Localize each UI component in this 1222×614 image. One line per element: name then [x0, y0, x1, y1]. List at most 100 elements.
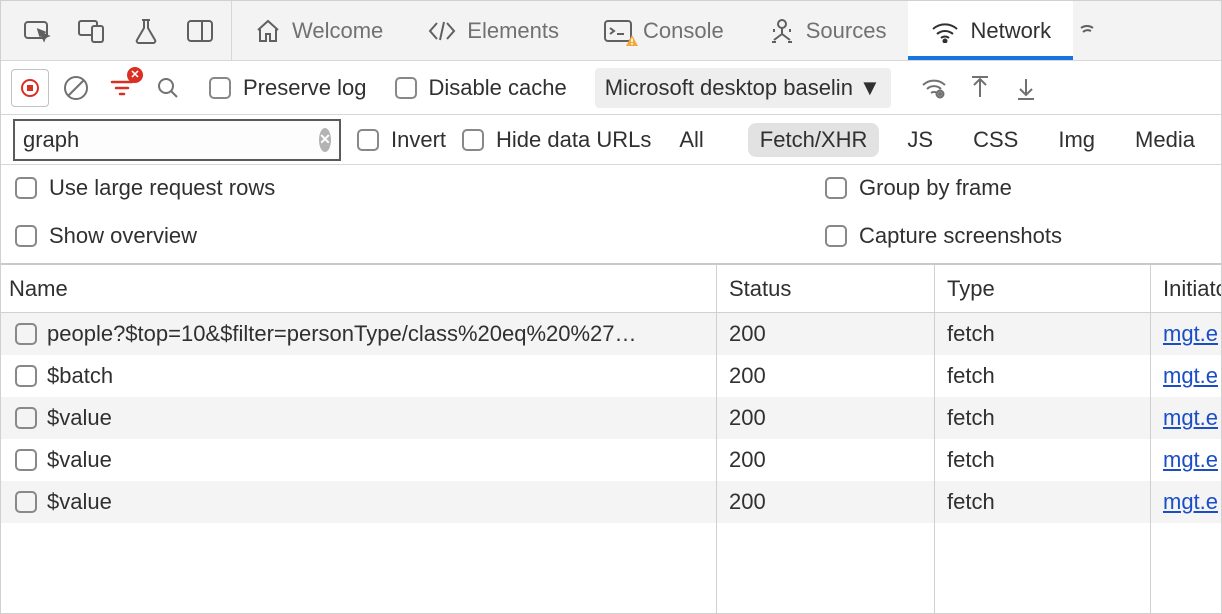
large-rows-label: Use large request rows: [49, 175, 275, 201]
panel-tabs: Welcome Elements Console Sources Network: [232, 1, 1221, 60]
dock-side-icon[interactable]: [181, 12, 219, 50]
throttling-value: Microsoft desktop baselin: [605, 75, 853, 101]
show-overview-checkbox[interactable]: Show overview: [15, 223, 825, 249]
tab-sources-label: Sources: [806, 18, 887, 44]
search-button[interactable]: [149, 69, 187, 107]
request-name: $batch: [47, 363, 113, 389]
checkbox-icon: [15, 177, 37, 199]
request-type: fetch: [947, 321, 995, 347]
request-status: 200: [729, 447, 766, 473]
request-initiator-link[interactable]: mgt.e: [1163, 447, 1218, 473]
devtools-topbar: Welcome Elements Console Sources Network: [1, 1, 1221, 61]
hide-data-urls-label: Hide data URLs: [496, 127, 651, 153]
tab-console[interactable]: Console: [581, 1, 746, 60]
capture-screenshots-checkbox[interactable]: Capture screenshots: [825, 223, 1207, 249]
tab-welcome[interactable]: Welcome: [232, 1, 405, 60]
large-rows-checkbox[interactable]: Use large request rows: [15, 175, 825, 201]
group-by-frame-checkbox[interactable]: Group by frame: [825, 175, 1207, 201]
tab-sources[interactable]: Sources: [746, 1, 909, 60]
request-table-body: people?$top=10&$filter=personType/class%…: [1, 313, 1221, 523]
type-filter-css[interactable]: CSS: [961, 123, 1030, 157]
checkbox-icon: [209, 77, 231, 99]
table-row[interactable]: $batch 200 fetch mgt.e: [1, 355, 1221, 397]
hide-data-urls-checkbox[interactable]: Hide data URLs: [462, 127, 651, 153]
request-type: fetch: [947, 489, 995, 515]
request-table-header: Name Status Type Initiato: [1, 265, 1221, 313]
throttling-select[interactable]: Microsoft desktop baselin ▼: [595, 68, 891, 108]
disable-cache-label: Disable cache: [429, 75, 567, 101]
request-name: $value: [47, 489, 112, 515]
more-tabs-icon[interactable]: [1073, 1, 1099, 60]
checkbox-icon: [357, 129, 379, 151]
checkbox-icon: [395, 77, 417, 99]
preserve-log-label: Preserve log: [243, 75, 367, 101]
type-filter-img[interactable]: Img: [1046, 123, 1107, 157]
device-toolbar-icon[interactable]: [73, 12, 111, 50]
file-icon: [15, 365, 37, 387]
network-options: Use large request rows Group by frame Sh…: [1, 165, 1221, 265]
file-icon: [15, 449, 37, 471]
request-type: fetch: [947, 447, 995, 473]
table-row[interactable]: people?$top=10&$filter=personType/class%…: [1, 313, 1221, 355]
inspect-element-icon[interactable]: [19, 12, 57, 50]
filter-input[interactable]: ✕: [13, 119, 341, 161]
request-name: $value: [47, 447, 112, 473]
show-overview-label: Show overview: [49, 223, 197, 249]
table-row[interactable]: $value 200 fetch mgt.e: [1, 397, 1221, 439]
request-initiator-link[interactable]: mgt.e: [1163, 363, 1218, 389]
request-initiator-link[interactable]: mgt.e: [1163, 489, 1218, 515]
column-header-status[interactable]: Status: [717, 265, 935, 312]
request-initiator-link[interactable]: mgt.e: [1163, 321, 1218, 347]
clear-filter-button[interactable]: ✕: [319, 128, 331, 152]
tab-console-label: Console: [643, 18, 724, 44]
request-initiator-link[interactable]: mgt.e: [1163, 405, 1218, 431]
checkbox-icon: [825, 225, 847, 247]
type-filter-fetchxhr[interactable]: Fetch/XHR: [748, 123, 880, 157]
topbar-leading-icons: [1, 1, 232, 60]
type-filter-media[interactable]: Media: [1123, 123, 1207, 157]
tab-network-label: Network: [970, 18, 1051, 44]
experiments-icon[interactable]: [127, 12, 165, 50]
export-har-button[interactable]: [961, 69, 999, 107]
tab-elements[interactable]: Elements: [405, 1, 581, 60]
table-row[interactable]: $value 200 fetch mgt.e: [1, 481, 1221, 523]
network-filterbar: ✕ Invert Hide data URLs All Fetch/XHR JS…: [1, 115, 1221, 165]
filter-active-badge-icon: ✕: [127, 67, 143, 83]
filter-input-field[interactable]: [23, 127, 311, 153]
request-status: 200: [729, 489, 766, 515]
group-by-frame-label: Group by frame: [859, 175, 1012, 201]
checkbox-icon: [15, 225, 37, 247]
request-type: fetch: [947, 405, 995, 431]
file-icon: [15, 407, 37, 429]
request-status: 200: [729, 321, 766, 347]
import-har-button[interactable]: [1007, 69, 1045, 107]
disable-cache-checkbox[interactable]: Disable cache: [395, 75, 567, 101]
checkbox-icon: [825, 177, 847, 199]
network-conditions-button[interactable]: [915, 69, 953, 107]
invert-checkbox[interactable]: Invert: [357, 127, 446, 153]
request-type: fetch: [947, 363, 995, 389]
tab-elements-label: Elements: [467, 18, 559, 44]
tab-network[interactable]: Network: [908, 1, 1073, 60]
file-icon: [15, 323, 37, 345]
column-header-name[interactable]: Name: [1, 265, 717, 312]
invert-label: Invert: [391, 127, 446, 153]
capture-screenshots-label: Capture screenshots: [859, 223, 1062, 249]
record-button[interactable]: [11, 69, 49, 107]
column-header-initiator[interactable]: Initiato: [1151, 265, 1221, 312]
preserve-log-checkbox[interactable]: Preserve log: [209, 75, 367, 101]
file-icon: [15, 491, 37, 513]
type-filter-all[interactable]: All: [667, 123, 715, 157]
request-status: 200: [729, 363, 766, 389]
checkbox-icon: [462, 129, 484, 151]
filter-toggle-button[interactable]: ✕: [103, 69, 141, 107]
type-filter-js[interactable]: JS: [895, 123, 945, 157]
column-header-type[interactable]: Type: [935, 265, 1151, 312]
tab-welcome-label: Welcome: [292, 18, 383, 44]
network-toolbar: ✕ Preserve log Disable cache Microsoft d…: [1, 61, 1221, 115]
request-name: people?$top=10&$filter=personType/class%…: [47, 321, 637, 347]
request-status: 200: [729, 405, 766, 431]
table-row[interactable]: $value 200 fetch mgt.e: [1, 439, 1221, 481]
request-name: $value: [47, 405, 112, 431]
clear-button[interactable]: [57, 69, 95, 107]
